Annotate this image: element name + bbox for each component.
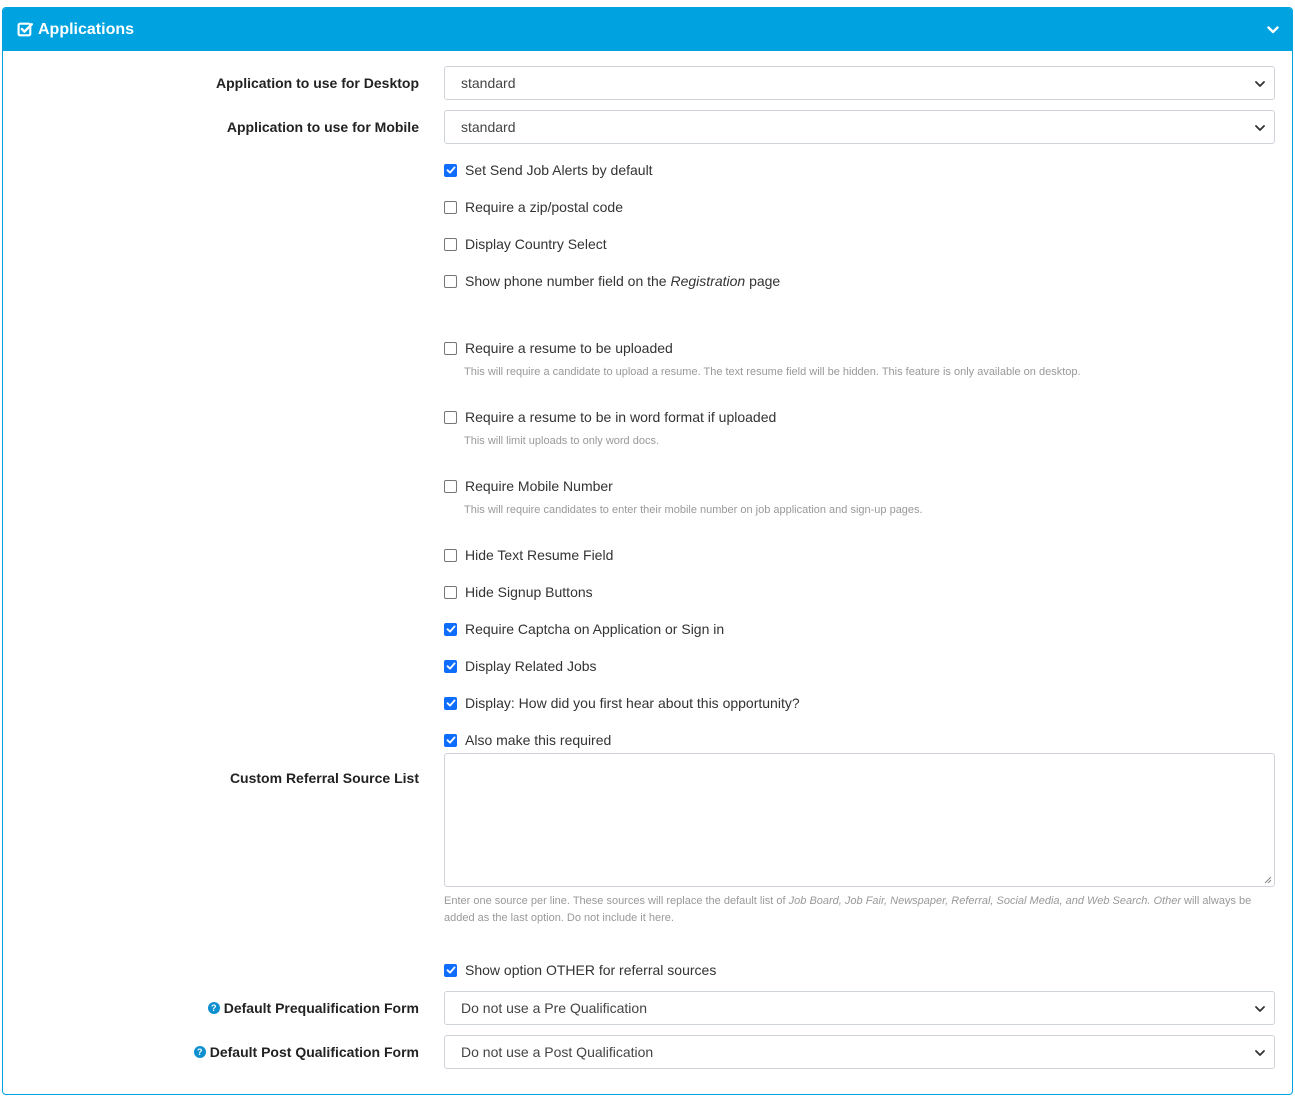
checkbox-checked[interactable]	[444, 733, 457, 747]
require-resume-checkbox[interactable]: Require a resume to be uploaded	[444, 340, 673, 356]
chevron-down-icon[interactable]	[1266, 23, 1280, 37]
panel-header[interactable]: Applications	[3, 8, 1292, 51]
chevron-down-icon	[1255, 125, 1265, 131]
send-job-alerts-label: Set Send Job Alerts by default	[465, 162, 653, 178]
require-captcha-label: Require Captcha on Application or Sign i…	[465, 621, 725, 637]
chevron-down-icon	[1255, 81, 1265, 87]
checkbox-unchecked[interactable]	[444, 585, 457, 599]
desktop-app-select[interactable]: standard	[444, 66, 1275, 100]
require-word-label: Require a resume to be in word format if…	[465, 409, 777, 425]
require-zip-checkbox[interactable]: Require a zip/postal code	[444, 199, 623, 215]
postqual-value: Do not use a Post Qualification	[461, 1044, 654, 1060]
display-hear-label: Display: How did you first hear about th…	[465, 695, 800, 711]
show-other-checkbox[interactable]: Show option OTHER for referral sources	[444, 962, 716, 978]
mobile-app-label: Application to use for Mobile	[226, 119, 419, 135]
checkbox-checked[interactable]	[444, 696, 457, 710]
checkbox-checked[interactable]	[444, 622, 457, 636]
checkbox-unchecked[interactable]	[444, 341, 457, 355]
show-phone-checkbox[interactable]: Show phone number field on the Registrat…	[444, 273, 780, 289]
display-related-label: Display Related Jobs	[465, 658, 597, 674]
prequal-value: Do not use a Pre Qualification	[461, 1000, 647, 1016]
require-mobile-help: This will require candidates to enter th…	[464, 504, 923, 516]
display-country-checkbox[interactable]: Display Country Select	[444, 236, 607, 252]
mobile-app-value: standard	[461, 119, 516, 135]
help-question-icon[interactable]: ?	[193, 1046, 206, 1058]
referral-list-help: Enter one source per line. These sources…	[444, 895, 1252, 924]
desktop-app-label: Application to use for Desktop	[215, 75, 419, 91]
require-resume-help: This will require a candidate to upload …	[464, 366, 1081, 378]
require-captcha-checkbox[interactable]: Require Captcha on Application or Sign i…	[444, 621, 724, 637]
referral-list-label: Custom Referral Source List	[229, 770, 419, 786]
show-phone-label: Show phone number field on the Registrat…	[465, 273, 781, 289]
prequal-select[interactable]: Do not use a Pre Qualification	[444, 991, 1275, 1025]
display-related-checkbox[interactable]: Display Related Jobs	[444, 658, 597, 674]
require-word-checkbox[interactable]: Require a resume to be in word format if…	[444, 409, 776, 425]
checkbox-unchecked[interactable]	[444, 200, 457, 214]
also-required-checkbox[interactable]: Also make this required	[444, 732, 611, 748]
show-other-label: Show option OTHER for referral sources	[465, 962, 717, 978]
resize-handle-icon[interactable]	[1264, 876, 1272, 884]
prequal-label: ? Default Prequalification Form	[207, 999, 419, 1017]
display-country-label: Display Country Select	[465, 236, 607, 252]
check-square-edit-icon	[17, 21, 34, 38]
chevron-down-icon	[1255, 1050, 1265, 1056]
require-mobile-checkbox[interactable]: Require Mobile Number	[444, 478, 613, 494]
hide-text-resume-label: Hide Text Resume Field	[465, 547, 614, 563]
hide-signup-label: Hide Signup Buttons	[465, 584, 593, 600]
require-resume-label: Require a resume to be uploaded	[465, 340, 673, 356]
also-required-label: Also make this required	[465, 732, 612, 748]
referral-list-textarea[interactable]	[444, 753, 1275, 887]
postqual-label: ? Default Post Qualification Form	[193, 1043, 419, 1061]
display-hear-checkbox[interactable]: Display: How did you first hear about th…	[444, 695, 800, 711]
checkbox-unchecked[interactable]	[444, 548, 457, 562]
checkbox-unchecked[interactable]	[444, 410, 457, 424]
checkbox-unchecked[interactable]	[444, 237, 457, 251]
hide-text-resume-checkbox[interactable]: Hide Text Resume Field	[444, 547, 613, 563]
require-word-help: This will limit uploads to only word doc…	[464, 435, 660, 447]
checkbox-unchecked[interactable]	[444, 479, 457, 493]
panel-title: Applications	[38, 20, 135, 38]
checkbox-unchecked[interactable]	[444, 274, 457, 288]
desktop-app-value: standard	[461, 75, 516, 91]
chevron-down-icon	[1255, 1006, 1265, 1012]
send-job-alerts-checkbox[interactable]: Set Send Job Alerts by default	[444, 162, 653, 178]
require-mobile-label: Require Mobile Number	[465, 478, 613, 494]
postqual-select[interactable]: Do not use a Post Qualification	[444, 1035, 1275, 1069]
hide-signup-checkbox[interactable]: Hide Signup Buttons	[444, 584, 593, 600]
require-zip-label: Require a zip/postal code	[465, 199, 623, 215]
help-question-icon[interactable]: ?	[207, 1002, 220, 1014]
mobile-app-select[interactable]: standard	[444, 110, 1275, 144]
checkbox-checked[interactable]	[444, 963, 457, 977]
checkbox-checked[interactable]	[444, 659, 457, 673]
checkbox-checked[interactable]	[444, 163, 457, 177]
